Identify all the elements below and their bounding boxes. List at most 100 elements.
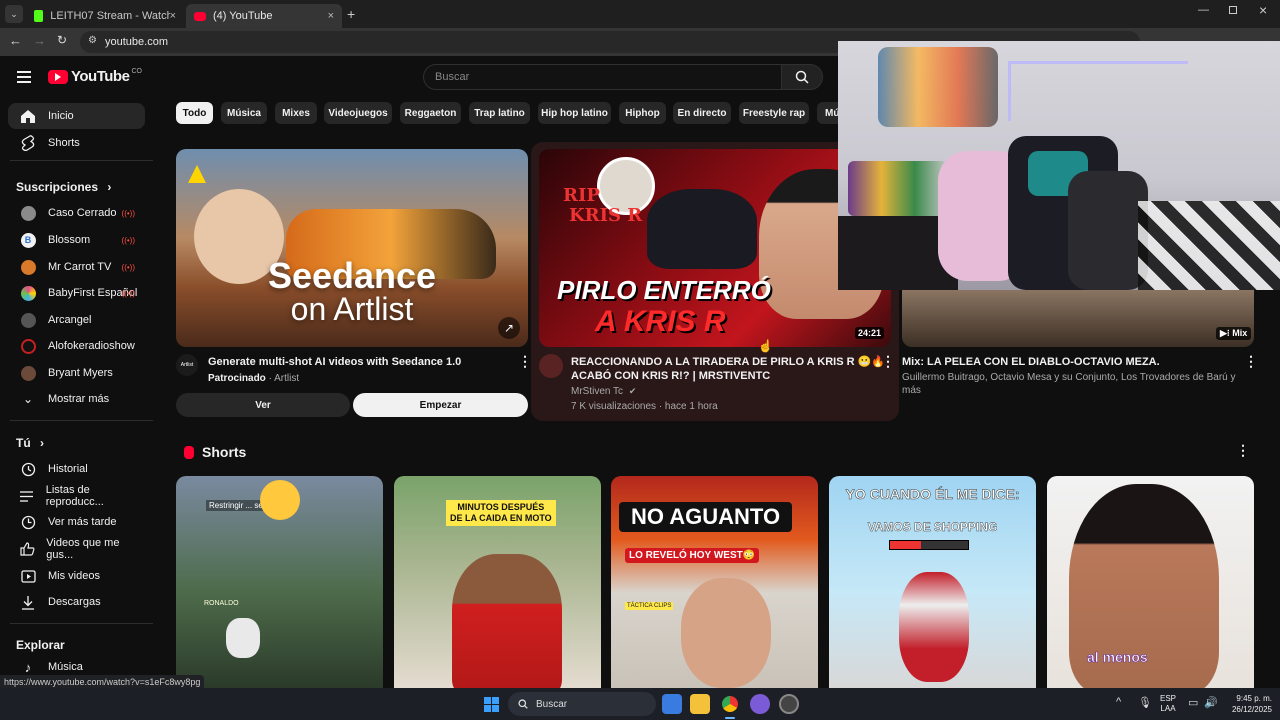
clock[interactable]: 9:45 p. m. 26/12/2025 <box>1228 693 1272 715</box>
youtube-logo[interactable]: YouTube CO <box>48 68 142 85</box>
webcam-overlay <box>838 41 1280 290</box>
more-options-icon[interactable]: ⋮ <box>1236 442 1250 459</box>
chip-videojuegos[interactable]: Videojuegos <box>324 102 392 124</box>
channel-name[interactable]: Artlist <box>274 373 299 384</box>
tab-youtube[interactable]: (4) YouTube × <box>186 4 342 28</box>
restore-button[interactable] <box>1229 6 1237 14</box>
site-info-icon[interactable]: ⚙ <box>88 35 97 46</box>
channel-avatar[interactable] <box>539 354 563 378</box>
chip-trap-latino[interactable]: Trap latino <box>469 102 530 124</box>
language-indicator[interactable]: ESP LAA <box>1160 694 1176 714</box>
short-subcaption: VAMOS DE SHOPPING <box>867 520 998 534</box>
video-title[interactable]: Mix: LA PELEA CON EL DIABLO-OCTAVIO MEZA… <box>902 355 1160 369</box>
short-caption: NO AGUANTO <box>619 502 792 532</box>
shorts-heading: Shorts <box>184 444 246 460</box>
show-more-button[interactable]: ⌄ Mostrar más <box>8 386 145 412</box>
sub-label: Arcangel <box>48 314 92 326</box>
sidebar-item-listas[interactable]: Listas de reproducc... <box>8 483 145 509</box>
more-options-icon[interactable]: ⋮ <box>518 353 532 370</box>
video-meta: Guillermo Buitrago, Octavio Mesa y su Co… <box>902 372 1236 396</box>
chip-hiphop[interactable]: Hiphop <box>619 102 666 124</box>
skeleton-figure <box>226 618 260 658</box>
short-card-2[interactable]: MINUTOS DESPUÉS DE LA CAIDA EN MOTO <box>394 476 601 688</box>
close-window-button[interactable]: × <box>1259 2 1267 18</box>
close-icon[interactable]: × <box>328 10 334 22</box>
forward-icon[interactable]: → <box>33 33 46 48</box>
ad-start-button[interactable]: Empezar <box>353 393 528 417</box>
sidebar-item-historial[interactable]: Historial <box>8 456 145 482</box>
video-thumbnail-seedance[interactable]: Seedance on Artlist ↗ <box>176 149 528 347</box>
video-title-line-2[interactable]: ACABÓ CON KRIS R!? | MRSTIVENTC <box>571 369 770 383</box>
sponsored-label: Patrocinado <box>208 373 266 384</box>
chip-reggaeton[interactable]: Reggaeton <box>400 102 461 124</box>
network-icon[interactable]: ▭ <box>1188 696 1198 709</box>
new-tab-button[interactable]: + <box>347 6 355 22</box>
sidebar-item-shorts[interactable]: Shorts <box>8 130 145 156</box>
external-link-icon[interactable]: ↗ <box>498 317 520 339</box>
search-button[interactable] <box>781 64 823 90</box>
more-options-icon[interactable]: ⋮ <box>1244 353 1258 370</box>
thumb-headline-1: PIRLO ENTERRÓ <box>557 275 771 305</box>
sidebar-sub-bryant-myers[interactable]: Bryant Myers <box>8 360 145 386</box>
subscriptions-label: Suscripciones <box>16 180 99 194</box>
reload-icon[interactable]: ↻ <box>57 33 67 47</box>
sidebar-item-inicio[interactable]: Inicio <box>8 103 145 129</box>
windows-start-icon[interactable] <box>484 697 499 712</box>
avatar-figure <box>899 572 969 682</box>
volume-icon[interactable]: 🔊 <box>1204 696 1218 709</box>
short-caption-player: RONALDO <box>204 600 239 607</box>
video-title[interactable]: Generate multi-shot AI videos with Seeda… <box>208 355 461 369</box>
settings-icon[interactable] <box>779 694 799 714</box>
you-heading[interactable]: Tú › <box>16 436 44 450</box>
short-card-3[interactable]: NO AGUANTO LO REVELÓ HOY WEST😳 TÁCTICA C… <box>611 476 818 688</box>
chip-todo[interactable]: Todo <box>176 102 213 124</box>
video-meta: Patrocinado · Artlist <box>208 373 299 384</box>
sidebar-sub-babyfirst[interactable]: BabyFirst Español ((•)) <box>8 280 145 306</box>
video-title-line-1[interactable]: REACCIONANDO A LA TIRADERA DE PIRLO A KR… <box>571 355 885 369</box>
sidebar-item-ver-mas-tarde[interactable]: Ver más tarde <box>8 509 145 535</box>
subscriptions-heading[interactable]: Suscripciones › <box>16 180 111 194</box>
sidebar-sub-caso-cerrado[interactable]: Caso Cerrado ((•)) <box>8 200 145 226</box>
minimize-button[interactable]: — <box>1198 4 1209 16</box>
short-caption: al menos <box>1087 649 1148 666</box>
ad-watch-button[interactable]: Ver <box>176 393 350 417</box>
chip-musica[interactable]: Música <box>221 102 267 124</box>
wolf-figure <box>647 189 757 269</box>
close-icon[interactable]: × <box>170 10 176 22</box>
sidebar-item-descargas[interactable]: Descargas <box>8 589 145 615</box>
tab-leith07[interactable]: LEITH07 Stream - Watch Live o × <box>26 4 184 28</box>
chip-hip-hop-latino[interactable]: Hip hop latino <box>538 102 611 124</box>
chevron-up-icon[interactable]: ^ <box>1116 696 1121 708</box>
back-icon[interactable]: ← <box>9 33 22 48</box>
chip-mixes[interactable]: Mixes <box>275 102 317 124</box>
chip-freestyle-rap[interactable]: Freestyle rap <box>739 102 809 124</box>
sidebar-sub-mr-carrot[interactable]: Mr Carrot TV ((•)) <box>8 254 145 280</box>
sidebar-sub-alofoke[interactable]: Alofokeradioshow <box>8 333 145 359</box>
sidebar-item-videos-gustados[interactable]: Videos que me gus... <box>8 536 145 562</box>
sub-label: Bryant Myers <box>48 367 113 379</box>
figurines <box>848 161 948 216</box>
chip-en-directo[interactable]: En directo <box>673 102 731 124</box>
sidebar-sub-blossom[interactable]: B Blossom ((•)) <box>8 227 145 253</box>
channel-name[interactable]: MrStiven Tc ✔ <box>571 386 636 397</box>
clock-time: 9:45 p. m. <box>1236 694 1272 703</box>
show-more-label: Mostrar más <box>48 393 110 405</box>
taskbar-search[interactable]: Buscar <box>508 692 656 716</box>
channel-avatar[interactable]: Artlist <box>176 354 198 376</box>
sidebar-item-label: Mis videos <box>48 570 100 582</box>
search-input[interactable]: Buscar <box>423 64 781 90</box>
file-explorer-icon[interactable] <box>690 694 710 714</box>
short-card-5[interactable]: al menos <box>1047 476 1254 688</box>
sidebar-sub-arcangel[interactable]: Arcangel <box>8 307 145 333</box>
menu-icon[interactable] <box>17 71 31 83</box>
store-icon[interactable] <box>662 694 682 714</box>
more-options-icon[interactable]: ⋮ <box>881 353 895 370</box>
explore-heading: Explorar <box>16 638 65 652</box>
sidebar-item-mis-videos[interactable]: Mis videos <box>8 563 145 589</box>
microphone-icon[interactable]: 🎙 <box>1138 696 1152 709</box>
short-card-1[interactable]: Restringir ... segura RONALDO <box>176 476 383 688</box>
chrome-icon[interactable] <box>720 694 740 714</box>
short-card-4[interactable]: YO CUANDO ÉL ME DICE: VAMOS DE SHOPPING <box>829 476 1036 688</box>
tab-list-button[interactable]: ⌄ <box>5 5 23 23</box>
app-icon[interactable] <box>750 694 770 714</box>
